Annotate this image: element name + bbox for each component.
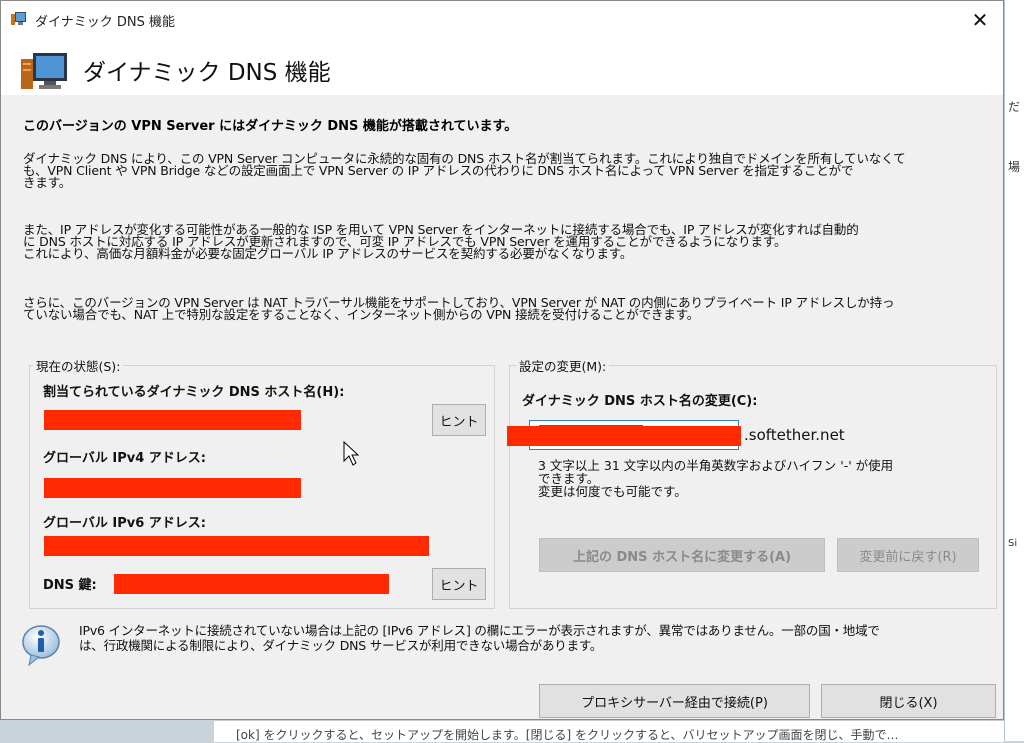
- ipv6-address-label: グローバル IPv6 アドレス:: [43, 516, 207, 531]
- assigned-hostname-label: 割当てられているダイナミック DNS ホスト名(H):: [43, 385, 345, 400]
- dialog-close-button[interactable]: 閉じる(X): [821, 684, 996, 718]
- intro-heading: このバージョンの VPN Server にはダイナミック DNS 機能が搭載され…: [23, 119, 518, 134]
- redacted-hostname-value: [44, 410, 301, 430]
- info-icon: [22, 625, 60, 667]
- background-text: だ: [1008, 100, 1021, 114]
- window-title: ダイナミック DNS 機能: [35, 15, 175, 30]
- settings-change-label: 設定の変更(M):: [516, 356, 610, 375]
- redacted-ipv6-value: [44, 536, 429, 556]
- dialog-header: ダイナミック DNS 機能: [1, 39, 1003, 95]
- description-paragraph-1: ダイナミック DNS により、この VPN Server コンピュータに永続的な…: [23, 152, 999, 190]
- close-button[interactable]: ✕: [957, 1, 1003, 39]
- note-line: は、行政機関による制限により、ダイナミック DNS サービスが利用できない場合が…: [79, 638, 603, 653]
- title-bar: ダイナミック DNS 機能 ✕: [1, 1, 1003, 39]
- current-status-label: 現在の状態(S):: [33, 356, 124, 375]
- dns-key-hint-button[interactable]: ヒント: [432, 568, 486, 600]
- note-line: IPv6 インターネットに接続されていない場合は上記の [IPv6 アドレス] …: [79, 623, 880, 638]
- apply-hostname-button[interactable]: 上記の DNS ホスト名に変更する(A): [539, 538, 825, 572]
- revert-button[interactable]: 変更前に戻す(R): [837, 538, 979, 572]
- redacted-ipv4-value: [44, 478, 301, 498]
- vpn-server-icon: [11, 12, 26, 25]
- paragraph-line: きます。: [23, 175, 72, 190]
- mouse-cursor-icon: [343, 441, 359, 466]
- proxy-connect-button[interactable]: プロキシサーバー経由で接続(P): [539, 684, 810, 718]
- description-paragraph-2: また、IP アドレスが変化する可能性がある一般的な ISP を用いて VPN S…: [23, 223, 999, 261]
- dns-key-label: DNS 鍵:: [43, 578, 97, 593]
- paragraph-line: ていない場合でも、NAT 上で特別な設定をすることなく、インターネット側からの …: [23, 307, 700, 322]
- domain-suffix: .softether.net: [744, 426, 845, 444]
- ipv6-note: IPv6 インターネットに接続されていない場合は上記の [IPv6 アドレス] …: [79, 623, 999, 653]
- paragraph-line: これにより、高価な月額料金が必要な固定グローバル IP アドレスのサービスを契約…: [23, 246, 633, 261]
- hostname-hint-button[interactable]: ヒント: [432, 404, 486, 436]
- rule-line: 変更は何度でも可能です。: [538, 484, 687, 499]
- close-icon[interactable]: ✕: [972, 8, 989, 32]
- background-text: [ok] をクリックすると、セットアップを開始します。[閉じる] をクリックする…: [236, 728, 899, 742]
- paragraph-line: も、VPN Client や VPN Bridge などの設定画面上で VPN …: [23, 163, 854, 178]
- redacted-dns-key-value: [114, 574, 389, 594]
- change-hostname-label: ダイナミック DNS ホスト名の変更(C):: [522, 394, 758, 409]
- dynamic-dns-dialog: ダイナミック DNS 機能 ✕ ダイナミック DNS 機能 このバージョンの V…: [0, 0, 1004, 720]
- hostname-rule-text: 3 文字以上 31 文字以内の半角英数字およびハイフン '-' が使用 できます…: [538, 459, 893, 498]
- redacted-hostname-input-value: [507, 426, 741, 446]
- vpn-server-icon: [21, 53, 67, 89]
- background-text: 場: [1008, 160, 1021, 174]
- description-paragraph-3: さらに、このバージョンの VPN Server は NAT トラバーサル機能をサ…: [23, 296, 999, 322]
- page-title: ダイナミック DNS 機能: [83, 60, 331, 86]
- background-text: Si: [1008, 538, 1018, 549]
- ipv4-address-label: グローバル IPv4 アドレス:: [43, 451, 207, 466]
